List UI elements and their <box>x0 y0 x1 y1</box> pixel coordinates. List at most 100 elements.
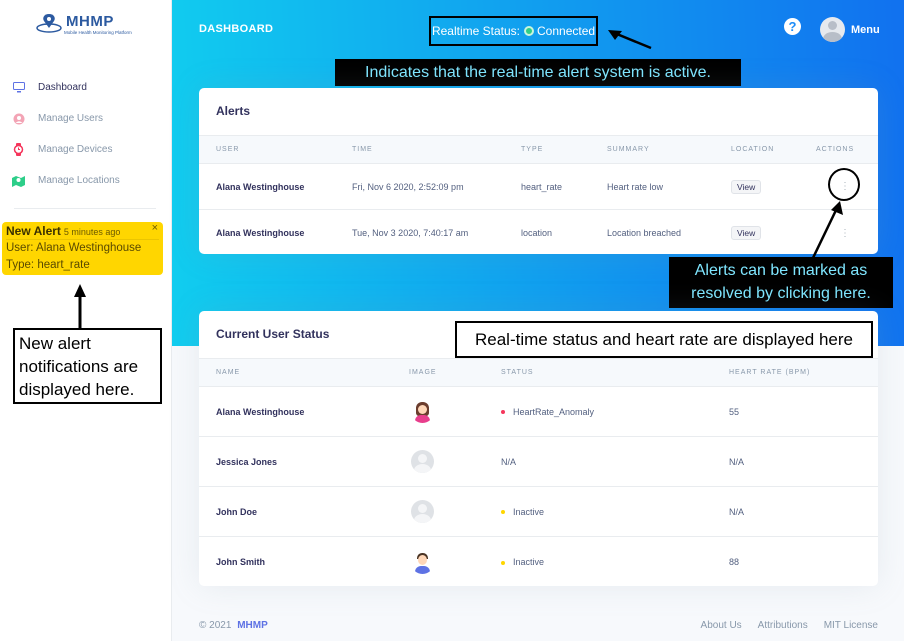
user-name: Jessica Jones <box>216 456 278 467</box>
sidebar-item-label: Manage Devices <box>38 144 113 155</box>
col-summary: SUMMARY <box>607 146 650 153</box>
placeholder-avatar-icon <box>411 500 434 523</box>
sidebar-item-dashboard[interactable]: Dashboard <box>0 72 172 103</box>
col-location: LOCATION <box>731 146 775 153</box>
col-heart-rate: HEART RATE (BPM) <box>729 369 811 376</box>
col-name: NAME <box>216 369 241 376</box>
annotation-realtime-text: Indicates that the real-time alert syste… <box>365 64 711 81</box>
annotation-left-line2: notifications are <box>19 357 139 376</box>
alerts-card: Alerts USER TIME TYPE SUMMARY LOCATION A… <box>199 88 878 254</box>
view-location-button[interactable]: View <box>731 179 762 194</box>
sidebar-item-manage-devices[interactable]: Manage Devices <box>0 134 172 165</box>
users-table-header: NAME IMAGE STATUS HEART RATE (BPM) <box>199 358 878 387</box>
alerts-table-header: USER TIME TYPE SUMMARY LOCATION ACTIONS <box>199 135 878 164</box>
alert-user: Alana Westinghouse <box>216 228 305 238</box>
footer-link-license[interactable]: MIT License <box>824 620 878 631</box>
status-dot-icon <box>501 410 505 415</box>
user-heart-rate: 88 <box>729 557 740 567</box>
sidebar-item-label: Manage Users <box>38 113 104 124</box>
user-heart-rate: N/A <box>729 456 745 467</box>
alert-type: location <box>521 228 553 238</box>
sidebar-item-manage-locations[interactable]: Manage Locations <box>0 165 172 196</box>
placeholder-avatar-icon <box>411 450 434 473</box>
new-alert-toast[interactable]: New Alert 5 minutes ago × User: Alana We… <box>2 222 163 275</box>
annotation-resolve: Alerts can be marked as resolved by clic… <box>669 257 893 308</box>
logo-title: MHMP <box>66 13 114 30</box>
user-status: Inactive <box>501 557 544 567</box>
user-status: Inactive <box>501 507 544 517</box>
sidebar-item-manage-users[interactable]: Manage Users <box>0 103 172 134</box>
table-row: Alana Westinghouse Tue, Nov 3 2020, 7:40… <box>199 210 878 254</box>
alerts-title: Alerts <box>216 104 251 118</box>
logo-subtitle: Mobile Health Monitoring Platform <box>64 30 132 35</box>
help-icon[interactable]: ? <box>784 18 801 35</box>
footer-link-about[interactable]: About Us <box>701 620 742 631</box>
sidebar-item-label: Dashboard <box>38 82 87 93</box>
alert-time: Fri, Nov 6 2020, 2:52:09 pm <box>352 181 464 192</box>
col-actions: ACTIONS <box>816 146 855 153</box>
monitor-icon <box>12 81 25 94</box>
toast-header: New Alert 5 minutes ago <box>6 224 159 240</box>
sidebar-nav: Dashboard Manage Users Manage Devices Ma… <box>0 72 172 196</box>
map-icon <box>12 174 25 187</box>
footer-brand[interactable]: MHMP <box>237 620 268 631</box>
table-row: John Smith Inactive 88 <box>199 537 878 586</box>
toast-type: Type: heart_rate <box>6 259 90 271</box>
toast-time: 5 minutes ago <box>63 227 121 237</box>
realtime-value: Connected <box>537 24 596 38</box>
user-name: John Doe <box>216 506 258 517</box>
user-name: John Smith <box>216 557 265 567</box>
col-status: STATUS <box>501 369 534 376</box>
toast-title: New Alert <box>6 224 61 238</box>
table-row: Jessica Jones N/A N/A <box>199 437 878 487</box>
table-row: Alana Westinghouse HeartRate_Anomaly 55 <box>199 387 878 437</box>
user-circle-icon <box>12 112 25 125</box>
user-heart-rate: N/A <box>729 506 745 517</box>
footer-copyright: © 2021 <box>199 620 232 631</box>
table-row: Alana Westinghouse Fri, Nov 6 2020, 2:52… <box>199 164 878 210</box>
view-location-button[interactable]: View <box>731 226 762 240</box>
col-image: IMAGE <box>409 369 437 376</box>
alert-summary: Location breached <box>607 228 682 238</box>
close-icon[interactable]: × <box>152 222 158 234</box>
annotation-resolve-line1: Alerts can be marked as <box>694 262 868 279</box>
male-avatar-icon <box>411 551 434 574</box>
footer: © 2021 MHMP About Us Attributions MIT Li… <box>199 620 878 631</box>
annotation-status: Real-time status and heart rate are disp… <box>455 321 873 358</box>
annotation-notifications: New alert notifications are displayed he… <box>13 328 162 404</box>
annotation-realtime: Indicates that the real-time alert syste… <box>335 59 741 86</box>
status-dot-icon <box>524 26 534 36</box>
alert-time: Tue, Nov 3 2020, 7:40:17 am <box>352 228 469 238</box>
location-pin-logo-icon <box>36 14 62 33</box>
alert-user: Alana Westinghouse <box>216 181 305 192</box>
logo[interactable]: MHMP Mobile Health Monitoring Platform <box>36 12 146 40</box>
status-dot-icon <box>501 560 505 565</box>
realtime-label: Realtime Status: <box>431 24 520 38</box>
sidebar-divider <box>14 208 156 209</box>
sidebar: MHMP Mobile Health Monitoring Platform D… <box>0 0 172 641</box>
page-title: DASHBOARD <box>199 23 274 35</box>
annotation-resolve-line2: resolved by clicking here. <box>691 285 871 302</box>
user-name: Alana Westinghouse <box>216 406 305 417</box>
actions-highlight-circle <box>828 168 860 201</box>
col-time: TIME <box>352 146 373 153</box>
sidebar-item-label: Manage Locations <box>38 175 120 186</box>
more-actions-icon[interactable]: ⋮ <box>840 228 850 239</box>
user-status: HeartRate_Anomaly <box>501 407 594 417</box>
user-heart-rate: 55 <box>729 406 740 417</box>
menu-label: Menu <box>851 23 880 36</box>
col-user: USER <box>216 146 240 153</box>
annotation-status-text: Real-time status and heart rate are disp… <box>475 329 853 349</box>
status-dot-icon <box>501 510 505 515</box>
footer-link-attributions[interactable]: Attributions <box>758 620 808 631</box>
watch-icon <box>12 143 25 156</box>
female-avatar-icon <box>411 400 434 423</box>
user-menu[interactable]: Menu <box>820 17 880 42</box>
col-type: TYPE <box>521 146 544 153</box>
annotation-left-line1: New alert <box>19 334 91 353</box>
table-row: John Doe Inactive N/A <box>199 487 878 537</box>
user-status: N/A <box>501 456 517 467</box>
alert-type: heart_rate <box>521 181 563 192</box>
realtime-status: Realtime Status: Connected <box>429 16 598 46</box>
annotation-left-line3: displayed here. <box>19 380 135 399</box>
